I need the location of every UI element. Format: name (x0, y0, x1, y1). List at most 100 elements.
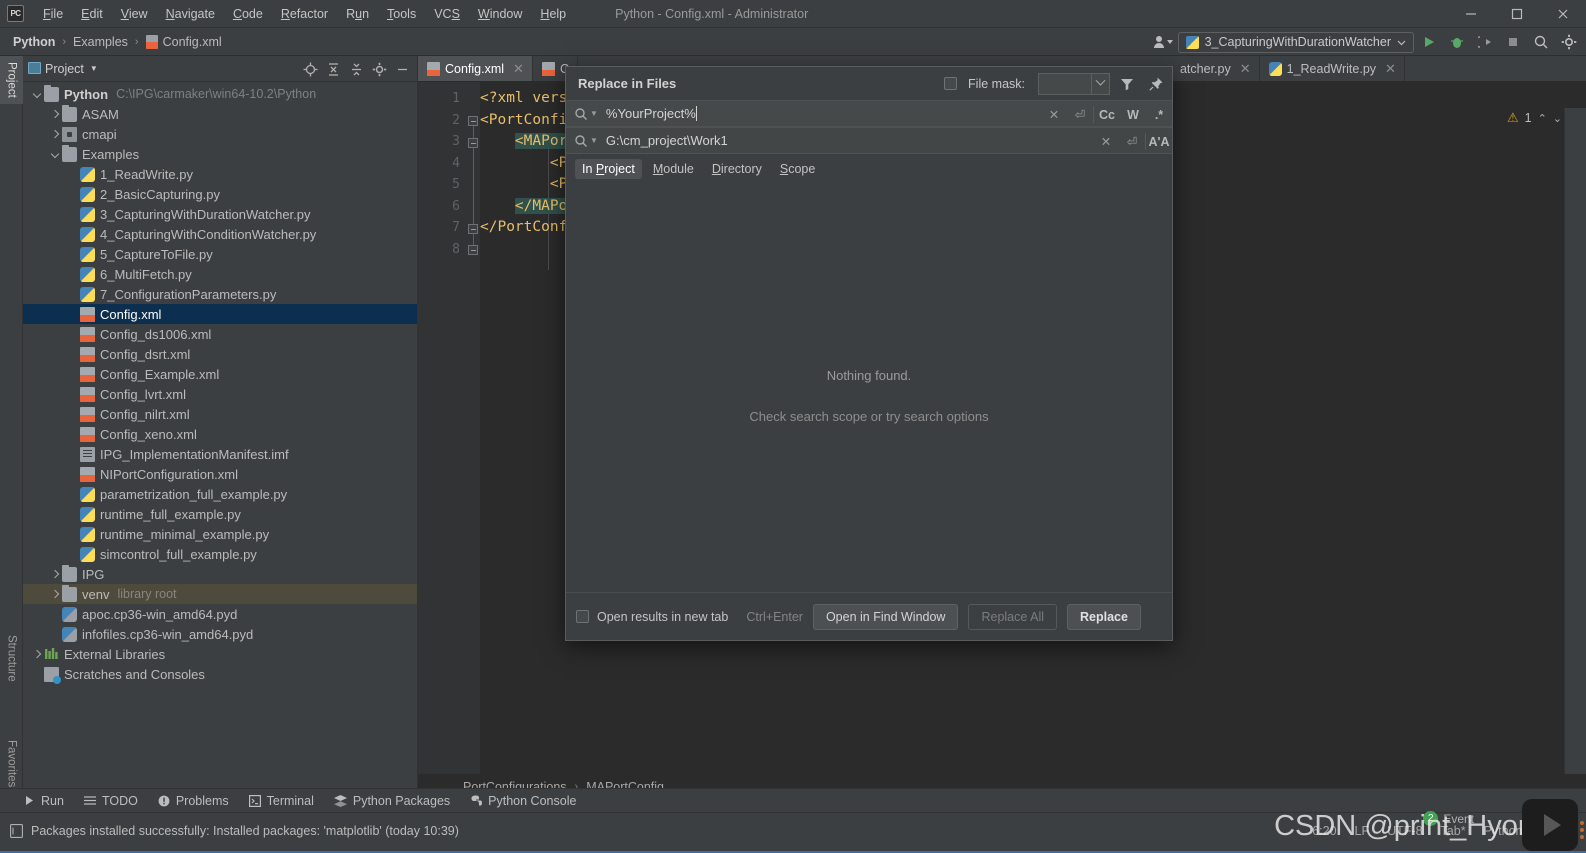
open-results-new-tab-checkbox[interactable]: Open results in new tab (576, 610, 728, 624)
chevron-down-icon[interactable] (31, 88, 44, 101)
tool-button-python-packages[interactable]: Python Packages (334, 794, 450, 808)
replace-all-button[interactable]: Replace All (968, 604, 1057, 630)
tree-node-4-capturingwithconditionwatcher-py[interactable]: 4_CapturingWithConditionWatcher.py (23, 224, 417, 244)
tree-node-runtime-full-example-py[interactable]: runtime_full_example.py (23, 504, 417, 524)
menu-item-help[interactable]: Help (531, 4, 575, 24)
indent-setting[interactable]: Tab* (1441, 824, 1466, 838)
video-play-overlay[interactable] (1522, 799, 1578, 851)
open-in-find-window-button[interactable]: Open in Find Window (813, 604, 959, 630)
tree-node-1-readwrite-py[interactable]: 1_ReadWrite.py (23, 164, 417, 184)
tool-button-run[interactable]: Run (24, 794, 64, 808)
fold-marker[interactable] (468, 245, 478, 255)
editor-tab-readwrite-py[interactable]: 1_ReadWrite.py ✕ (1260, 56, 1405, 81)
tree-node-3-capturingwithdurationwatcher-py[interactable]: 3_CapturingWithDurationWatcher.py (23, 204, 417, 224)
file-mask-combo[interactable] (1038, 73, 1110, 95)
editor-tab-watcher-py[interactable]: atcher.py ✕ (1171, 56, 1260, 81)
words-toggle[interactable]: W (1120, 101, 1146, 128)
chevron-down-icon[interactable]: ▼ (590, 136, 598, 145)
project-tree[interactable]: PythonC:\IPG\carmaker\win64-10.2\PythonA… (23, 82, 417, 798)
sidebar-tab-favorites[interactable]: Favorites (0, 734, 23, 793)
status-message-container[interactable]: Packages installed successfully: Install… (10, 824, 459, 838)
search-icon[interactable]: ▼ (574, 107, 598, 121)
caret-position[interactable]: 6:20 (1312, 824, 1336, 838)
tree-node-venv[interactable]: venvlibrary root (23, 584, 417, 604)
line-separator[interactable]: LF (1355, 824, 1370, 838)
tree-node-config-example-xml[interactable]: Config_Example.xml (23, 364, 417, 384)
new-line-icon[interactable]: ⏎ (1067, 101, 1093, 128)
file-encoding[interactable]: UTF-8 (1387, 824, 1422, 838)
event-log-indicator[interactable]: 2 Event (1423, 811, 1474, 826)
fold-marker[interactable] (468, 224, 478, 234)
file-mask-checkbox[interactable] (944, 77, 957, 90)
filter-icon[interactable] (1115, 72, 1139, 96)
chevron-up-icon[interactable]: ⌃ (1538, 112, 1547, 125)
chevron-right-icon[interactable] (49, 108, 62, 121)
tree-node-niportconfiguration-xml[interactable]: NIPortConfiguration.xml (23, 464, 417, 484)
close-icon[interactable]: ✕ (1385, 61, 1396, 77)
chevron-down-icon[interactable] (1091, 74, 1109, 94)
tree-node-6-multifetch-py[interactable]: 6_MultiFetch.py (23, 264, 417, 284)
scope-scope[interactable]: Scope (773, 159, 822, 179)
editor-tab-config-xml[interactable]: Config.xml ✕ (418, 56, 533, 81)
replace-button[interactable]: Replace (1067, 604, 1141, 630)
stop-icon[interactable] (1500, 30, 1526, 54)
inspection-summary[interactable]: ⚠ 1 ⌃ ⌄ (1507, 110, 1562, 126)
tree-node-cmapi[interactable]: cmapi (23, 124, 417, 144)
menu-item-edit[interactable]: Edit (72, 4, 112, 24)
clear-icon[interactable]: ✕ (1093, 128, 1119, 155)
tree-node-parametrization-full-example-py[interactable]: parametrization_full_example.py (23, 484, 417, 504)
tree-node-config-dsrt-xml[interactable]: Config_dsrt.xml (23, 344, 417, 364)
collapse-all-icon[interactable] (345, 58, 367, 80)
drag-handle-dots[interactable] (1580, 821, 1584, 839)
user-avatar-icon[interactable] (1150, 30, 1176, 54)
menu-item-view[interactable]: View (112, 4, 157, 24)
search-icon[interactable]: ▼ (574, 134, 598, 148)
checkbox-box[interactable] (576, 610, 589, 623)
tree-node-config-xml[interactable]: Config.xml (23, 304, 417, 324)
breadcrumb-config-xml[interactable]: Config.xml (146, 35, 222, 49)
menu-item-vcs[interactable]: VCS (425, 4, 469, 24)
breadcrumb-examples[interactable]: Examples (73, 35, 128, 49)
tree-node-python[interactable]: PythonC:\IPG\carmaker\win64-10.2\Python (23, 84, 417, 104)
tree-node-external-libraries[interactable]: External Libraries (23, 644, 417, 664)
tool-button-terminal[interactable]: Terminal (249, 794, 314, 808)
scope-in-project[interactable]: In Project (575, 159, 642, 179)
run-icon[interactable] (1416, 30, 1442, 54)
tree-node-runtime-minimal-example-py[interactable]: runtime_minimal_example.py (23, 524, 417, 544)
search-everywhere-icon[interactable] (1528, 30, 1554, 54)
menu-item-run[interactable]: Run (337, 4, 378, 24)
replace-field-row[interactable]: ▼ G:\cm_project\Work1 ✕ ⏎ A'A (566, 127, 1172, 154)
locate-icon[interactable] (299, 58, 321, 80)
expand-all-icon[interactable] (322, 58, 344, 80)
close-icon[interactable]: ✕ (513, 61, 524, 77)
regex-toggle[interactable]: .* (1146, 101, 1172, 128)
chevron-right-icon[interactable] (31, 648, 44, 661)
tree-node-5-capturetofile-py[interactable]: 5_CaptureToFile.py (23, 244, 417, 264)
sidebar-tab-structure[interactable]: Structure (0, 629, 23, 688)
tool-button-todo[interactable]: TODO (84, 794, 138, 808)
tree-node-config-lvrt-xml[interactable]: Config_lvrt.xml (23, 384, 417, 404)
new-line-icon[interactable]: ⏎ (1119, 128, 1145, 155)
replace-in-files-dialog[interactable]: Replace in Files File mask: ▼ (565, 66, 1173, 641)
tree-node-ipg[interactable]: IPG (23, 564, 417, 584)
fold-marker[interactable] (468, 138, 478, 148)
breadcrumb-python[interactable]: Python (13, 35, 55, 49)
chevron-right-icon[interactable] (49, 568, 62, 581)
file-mask-input[interactable] (1039, 74, 1091, 94)
close-icon[interactable]: ✕ (1240, 61, 1251, 77)
tree-node-config-nilrt-xml[interactable]: Config_nilrt.xml (23, 404, 417, 424)
chevron-down-icon[interactable]: ▼ (590, 109, 598, 118)
tree-node-config-xeno-xml[interactable]: Config_xeno.xml (23, 424, 417, 444)
preserve-case-toggle[interactable]: A'A (1146, 128, 1172, 155)
menu-item-refactor[interactable]: Refactor (272, 4, 337, 24)
run-configuration-selector[interactable]: 3_CapturingWithDurationWatcher (1178, 32, 1414, 53)
fold-marker[interactable] (468, 116, 478, 126)
close-icon[interactable] (1540, 0, 1586, 28)
tree-node-asam[interactable]: ASAM (23, 104, 417, 124)
run-coverage-icon[interactable] (1472, 30, 1498, 54)
minimize-icon[interactable] (1448, 0, 1494, 28)
tree-node-7-configurationparameters-py[interactable]: 7_ConfigurationParameters.py (23, 284, 417, 304)
settings-icon[interactable] (368, 58, 390, 80)
chevron-down-icon[interactable]: ⌄ (1553, 112, 1562, 125)
fold-gutter[interactable] (466, 82, 480, 798)
